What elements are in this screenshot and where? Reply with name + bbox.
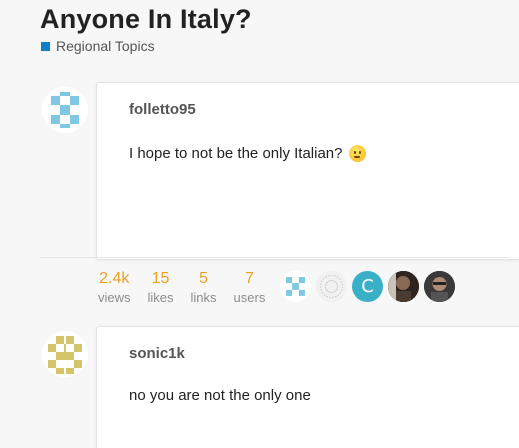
stat-likes: 15 likes [148, 270, 174, 308]
participant-avatar-folletto95[interactable] [280, 271, 311, 302]
shushing-face-emoji-icon [348, 145, 366, 162]
post-text: I hope to not be the only Italian? [129, 145, 343, 162]
stat-label: users [233, 290, 266, 305]
stat-views: 2.4k views [98, 270, 131, 308]
post-username[interactable]: sonic1k [129, 345, 185, 362]
post-1: folletto95 I hope to not be the only Ita… [96, 82, 519, 260]
post-divider [40, 257, 510, 258]
post-avatar-folletto95[interactable] [42, 87, 88, 133]
category-badge[interactable]: Regional Topics [41, 38, 155, 54]
identicon-yellow-icon [42, 331, 88, 377]
avatar-letter: C [361, 276, 374, 297]
topic-page: Anyone In Italy? Regional Topics follett… [0, 0, 519, 448]
person-photo-icon [424, 271, 455, 302]
participant-avatar-photo-1[interactable] [388, 271, 419, 302]
post-avatar-sonic1k[interactable] [42, 331, 88, 377]
stat-label: likes [147, 290, 174, 305]
category-color-swatch [41, 41, 50, 51]
participant-avatar-c[interactable]: C [352, 271, 383, 302]
post-username[interactable]: folletto95 [129, 101, 196, 118]
post-text: no you are not the only one [129, 387, 311, 404]
stat-number: 15 [151, 270, 170, 287]
seal-icon [316, 271, 347, 302]
identicon-blue-icon [280, 271, 311, 302]
stat-number: 2.4k [99, 270, 130, 287]
post-body: I hope to not be the only Italian? [129, 145, 366, 162]
stat-number: 5 [199, 270, 208, 287]
stat-links[interactable]: 5 links [191, 270, 217, 308]
stat-label: links [190, 290, 217, 305]
participant-avatar-seal[interactable] [316, 271, 347, 302]
stat-users: 7 users [234, 270, 266, 308]
topic-title[interactable]: Anyone In Italy? [40, 4, 252, 35]
post-body: no you are not the only one [129, 387, 311, 404]
person-photo-icon [388, 271, 419, 302]
identicon-blue-icon [42, 87, 88, 133]
stat-number: 7 [244, 270, 254, 287]
stat-label: views [98, 290, 131, 305]
participant-avatar-photo-2[interactable] [424, 271, 455, 302]
post-2: sonic1k no you are not the only one [96, 326, 519, 448]
participant-avatars: C [280, 271, 455, 302]
topic-stats: 2.4k views 15 likes 5 links 7 users [98, 270, 265, 308]
category-label[interactable]: Regional Topics [56, 38, 155, 54]
